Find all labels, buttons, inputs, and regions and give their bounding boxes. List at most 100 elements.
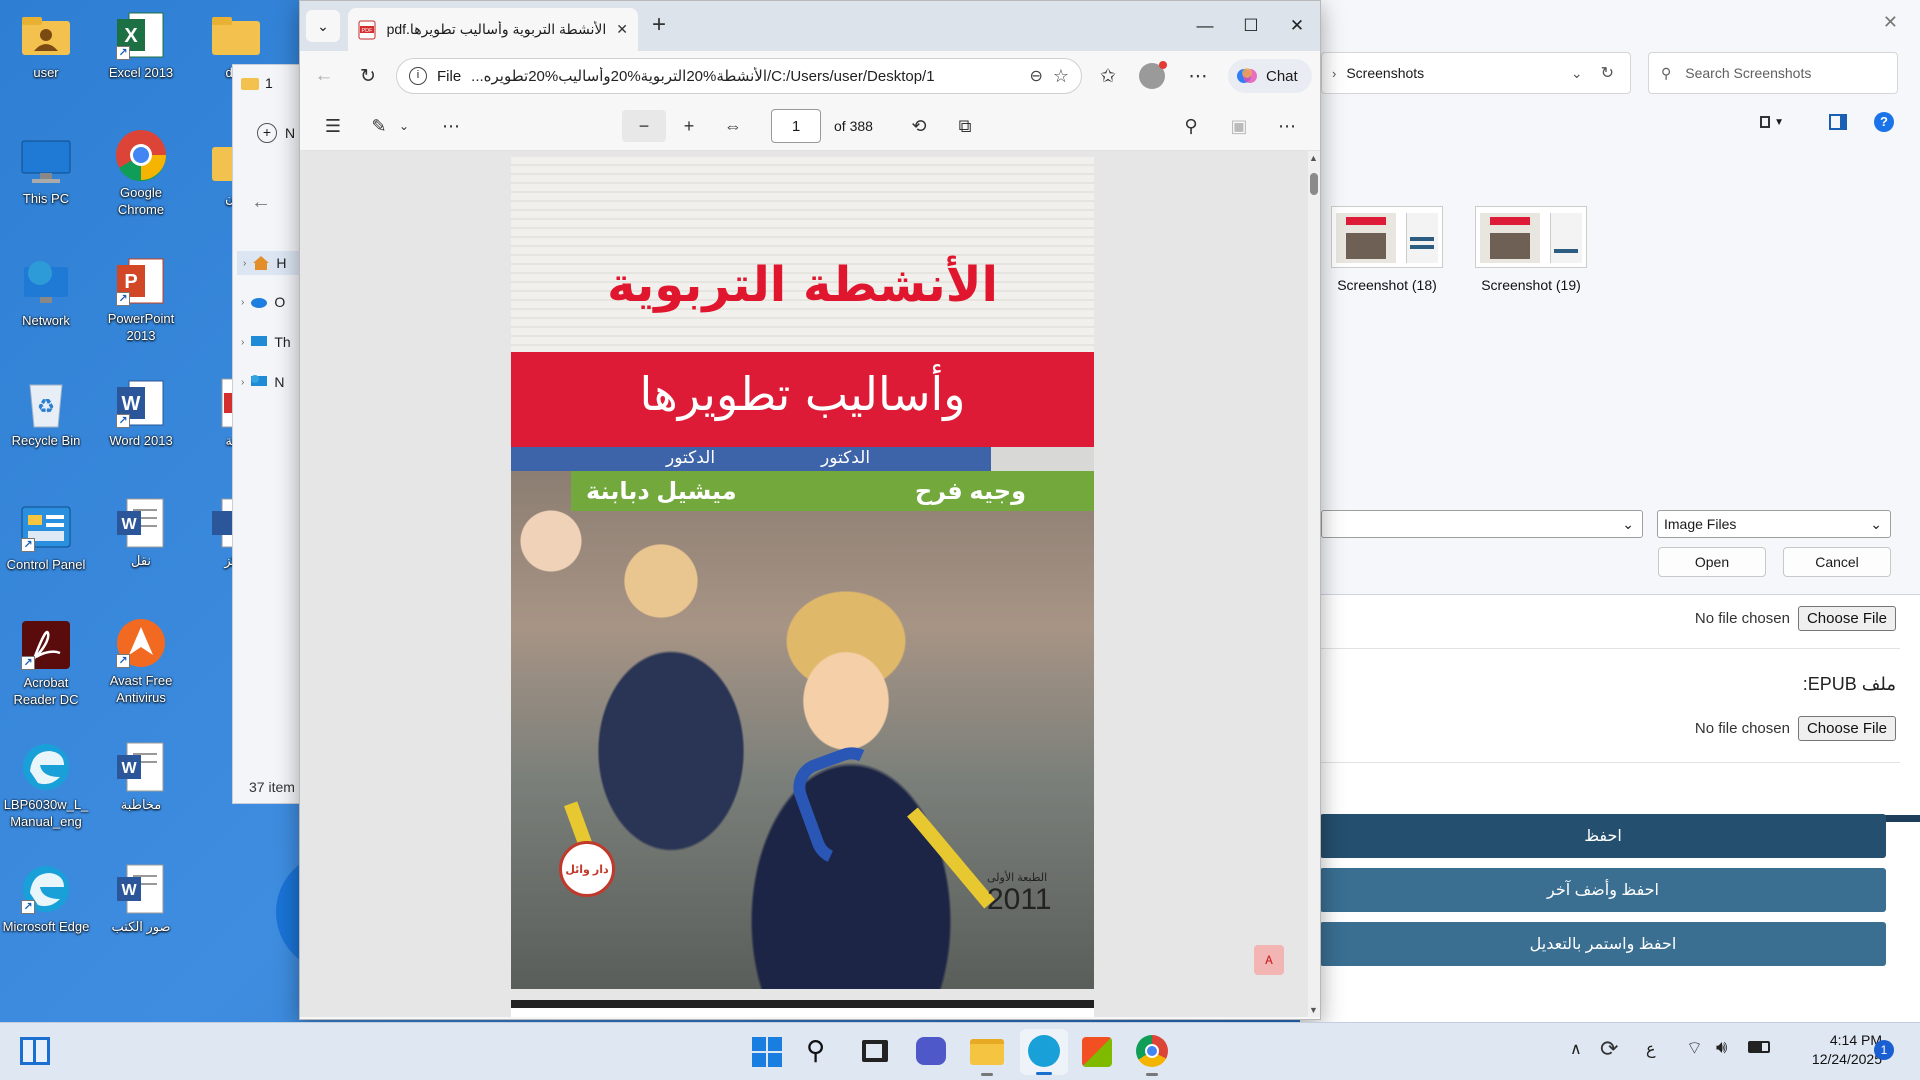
- zoom-in-button[interactable]: +: [672, 110, 706, 142]
- edge-browser-window: ⌄ PDF الأنشطة التربوية وأساليب تطويرها.p…: [299, 0, 1321, 1020]
- open-button[interactable]: Open: [1658, 547, 1766, 577]
- battery-icon[interactable]: [1748, 1041, 1770, 1053]
- desktop-icon-avast[interactable]: ↗ Avast Free Antivirus: [97, 616, 185, 706]
- desktop-icon-acrobat[interactable]: ↗ Acrobat Reader DC: [2, 618, 90, 708]
- task-view-widget-icon[interactable]: [20, 1037, 50, 1065]
- search-icon[interactable]: ⚲: [806, 1035, 825, 1066]
- svg-text:♻: ♻: [37, 396, 55, 418]
- file-tile[interactable]: Screenshot (19): [1466, 206, 1596, 293]
- word-doc-icon: W: [114, 740, 168, 794]
- save-icon[interactable]: ▣: [1222, 110, 1256, 142]
- desktop-icon-doc-naql[interactable]: W نقل: [97, 496, 185, 569]
- desktop-icon-powerpoint[interactable]: P ↗ PowerPoint 2013: [97, 254, 185, 344]
- more-menu-icon[interactable]: ⋯: [1270, 110, 1304, 142]
- back-arrow-icon[interactable]: ←: [251, 191, 271, 214]
- chevron-down-icon[interactable]: ⌄: [1571, 65, 1583, 82]
- page-view-icon[interactable]: ⧉: [948, 110, 982, 142]
- wifi-icon[interactable]: ⌔: [1686, 1037, 1703, 1060]
- scrollbar-thumb[interactable]: [1310, 173, 1318, 195]
- save-and-add-button[interactable]: احفظ وأضف آخر: [1320, 868, 1886, 912]
- start-button[interactable]: [752, 1037, 782, 1067]
- close-icon[interactable]: ✕: [1883, 12, 1898, 33]
- task-view-icon[interactable]: [862, 1040, 888, 1062]
- fit-to-width-icon[interactable]: ⇔: [716, 110, 750, 142]
- tab-actions-chevron-icon[interactable]: ⌄: [306, 10, 340, 42]
- more-menu-icon[interactable]: ⋯: [1182, 60, 1214, 92]
- favorite-star-icon[interactable]: ☆: [1053, 66, 1069, 87]
- desktop-icon-user[interactable]: user: [2, 8, 90, 81]
- browser-tab[interactable]: PDF الأنشطة التربوية وأساليب تطويرها.pdf…: [348, 8, 638, 51]
- maximize-icon[interactable]: ☐: [1228, 9, 1274, 43]
- profile-avatar[interactable]: [1136, 60, 1168, 92]
- close-tab-icon[interactable]: ✕: [616, 21, 628, 38]
- file-tile[interactable]: Screenshot (18): [1322, 206, 1452, 293]
- rotate-icon[interactable]: ⟲: [902, 110, 936, 142]
- zoom-out-button[interactable]: −: [622, 110, 666, 142]
- more-tools-icon[interactable]: ⋯: [434, 110, 468, 142]
- save-button[interactable]: احفظ: [1320, 814, 1886, 858]
- chrome-taskbar-icon[interactable]: [1136, 1035, 1168, 1067]
- desktop-icon-recycle-bin[interactable]: ♻ Recycle Bin: [2, 376, 90, 449]
- close-window-icon[interactable]: ✕: [1274, 9, 1320, 43]
- contents-list-icon[interactable]: ☰: [316, 110, 350, 142]
- language-indicator[interactable]: ع: [1646, 1039, 1656, 1059]
- pdf-viewer[interactable]: الأنشطة التربوية وأساليب تطويرها الدكتور…: [300, 151, 1310, 1017]
- copilot-chat-button[interactable]: Chat: [1228, 59, 1312, 93]
- author-2: ميشيل دبابنة: [586, 477, 737, 505]
- sync-icon[interactable]: ⟳: [1600, 1036, 1618, 1062]
- help-icon[interactable]: ?: [1874, 112, 1894, 132]
- chevron-down-icon[interactable]: ⌄: [394, 110, 414, 142]
- desktop-icon-microsoft-edge[interactable]: ↗ Microsoft Edge: [2, 862, 90, 935]
- file-explorer-icon[interactable]: [970, 1039, 1004, 1065]
- file-type-select[interactable]: Image Files ⌄: [1657, 510, 1891, 538]
- show-hidden-icons-chevron-icon[interactable]: ∧: [1570, 1039, 1582, 1059]
- explorer-tab[interactable]: 1: [241, 75, 273, 91]
- draw-icon[interactable]: ✎: [362, 110, 396, 142]
- desktop-icon-doc-book-images[interactable]: W صور الكتب: [97, 862, 185, 935]
- refresh-icon[interactable]: ↻: [352, 60, 384, 92]
- desktop-icon-doc-mukhataba[interactable]: W مخاطبة: [97, 740, 185, 813]
- new-tab-plus-icon[interactable]: +: [652, 11, 666, 39]
- microsoft-store-icon[interactable]: [1082, 1037, 1112, 1067]
- teams-chat-icon[interactable]: [916, 1037, 946, 1065]
- desktop-icon-excel[interactable]: X ↗ Excel 2013: [97, 8, 185, 81]
- address-bar[interactable]: i File C:/Users/user/Desktop/1/الأنشطة%2…: [396, 58, 1082, 94]
- clock-time: 4:14 PM: [1829, 1032, 1882, 1048]
- preview-pane-icon[interactable]: [1829, 114, 1847, 130]
- desktop-icon-network[interactable]: Network: [2, 256, 90, 329]
- desktop-icon-control-panel[interactable]: ↗ Control Panel: [2, 500, 90, 573]
- volume-icon[interactable]: 🔊︎: [1716, 1037, 1727, 1058]
- dialog-search-box[interactable]: ⚲ Search Screenshots: [1648, 52, 1898, 94]
- refresh-icon[interactable]: ↻: [1601, 63, 1614, 83]
- page-number-input[interactable]: 1: [771, 109, 821, 143]
- edge-taskbar-button[interactable]: [1020, 1029, 1068, 1075]
- notification-badge[interactable]: 1: [1874, 1040, 1894, 1060]
- choose-file-button[interactable]: Choose File: [1797, 716, 1896, 741]
- desktop-icon-manual[interactable]: LBP6030w_L_Manual_eng: [2, 740, 90, 830]
- choose-file-button[interactable]: Choose File: [1797, 606, 1896, 631]
- vertical-scrollbar[interactable]: ▲ ▼: [1308, 151, 1320, 1017]
- view-options-icon[interactable]: ▼: [1760, 113, 1784, 131]
- save-and-continue-button[interactable]: احفظ واستمر بالتعديل: [1320, 922, 1886, 966]
- screenshot-thumbnail: [1475, 206, 1587, 268]
- back-arrow-icon[interactable]: ←: [308, 60, 340, 92]
- info-icon[interactable]: i: [409, 67, 427, 85]
- url-text: C:/Users/user/Desktop/1/الأنشطة%20التربو…: [471, 68, 935, 85]
- acrobat-float-icon[interactable]: ᴀ: [1254, 945, 1284, 975]
- new-button[interactable]: + N: [257, 123, 295, 143]
- nav-item-onedrive[interactable]: › O: [241, 294, 285, 310]
- clock[interactable]: 4:14 PM 12/24/2025: [1782, 1031, 1882, 1069]
- nav-item-this-pc[interactable]: › Th: [241, 334, 291, 350]
- search-icon[interactable]: ⚲: [1174, 110, 1208, 142]
- favorites-icon[interactable]: ✩: [1092, 60, 1124, 92]
- desktop-icon-this-pc[interactable]: This PC: [2, 134, 90, 207]
- desktop-icon-chrome[interactable]: Google Chrome: [97, 128, 185, 218]
- dialog-address-bar[interactable]: › Screenshots ⌄ ↻: [1321, 52, 1631, 94]
- cancel-button[interactable]: Cancel: [1783, 547, 1891, 577]
- minimize-icon[interactable]: —: [1182, 9, 1228, 43]
- zoom-out-icon[interactable]: ⊖: [1029, 66, 1042, 86]
- desktop-icon-word[interactable]: W ↗ Word 2013: [97, 376, 185, 449]
- nav-item-network[interactable]: › N: [241, 374, 284, 390]
- no-file-text: No file chosen: [1694, 610, 1790, 627]
- file-name-input[interactable]: ⌄: [1321, 510, 1643, 538]
